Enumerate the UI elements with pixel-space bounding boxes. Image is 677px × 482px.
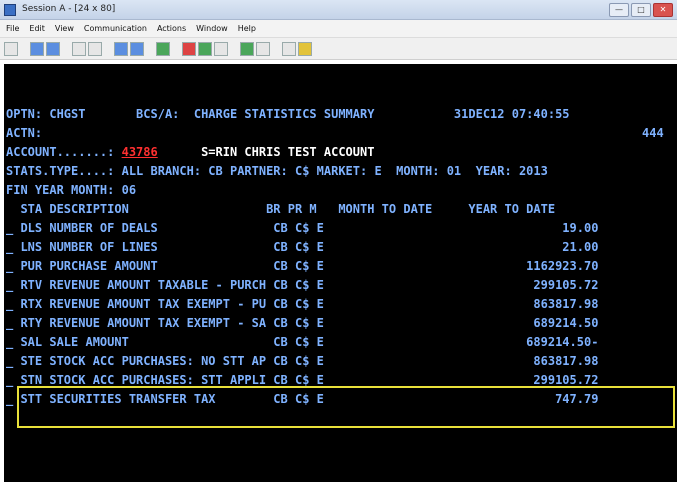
app-icon <box>4 4 16 16</box>
table-row[interactable]: _ RTY REVENUE AMOUNT TAX EXEMPT - SA CB … <box>6 315 598 332</box>
lightning-icon[interactable] <box>298 41 312 56</box>
window-controls: — □ ✕ <box>609 3 673 17</box>
pause-icon[interactable] <box>214 41 228 56</box>
account-line: ACCOUNT.......: 43786 S=RIN CHRIS TEST A… <box>6 144 374 161</box>
menu-actions[interactable]: Actions <box>157 24 186 33</box>
column-headers: STA DESCRIPTION BR PR M MONTH TO DATE YE… <box>6 202 556 216</box>
table-row[interactable]: _ SAL SALE AMOUNT CB C$ E 689214.50- <box>6 334 598 351</box>
menu-view[interactable]: View <box>55 24 74 33</box>
print-icon[interactable] <box>4 41 18 56</box>
terminal-screen[interactable]: OPTN: CHGST BCS/A: CHARGE STATISTICS SUM… <box>4 64 677 482</box>
table-row[interactable]: _ LNS NUMBER OF LINES CB C$ E 21.00 <box>6 239 598 256</box>
table-row[interactable]: _ RTX REVENUE AMOUNT TAX EXEMPT - PU CB … <box>6 296 598 313</box>
menu-file[interactable]: File <box>6 24 19 33</box>
table-row[interactable]: _ STE STOCK ACC PURCHASES: NO STT AP CB … <box>6 353 598 370</box>
menu-help[interactable]: Help <box>238 24 256 33</box>
title-bar: Session A - [24 x 80] — □ ✕ <box>0 0 677 20</box>
minimize-button[interactable]: — <box>609 3 629 17</box>
record-count: 444 <box>642 126 664 140</box>
screen-header: OPTN: CHGST BCS/A: CHARGE STATISTICS SUM… <box>6 107 570 121</box>
copy-icon[interactable] <box>30 41 44 56</box>
stop-icon[interactable] <box>182 41 196 56</box>
window-title: Session A - [24 x 80] <box>22 4 116 14</box>
receive-icon[interactable] <box>88 41 102 56</box>
menu-window[interactable]: Window <box>196 24 228 33</box>
account-number-field[interactable]: 43786 <box>122 145 158 159</box>
toolbar <box>0 38 677 60</box>
map-icon[interactable] <box>240 41 254 56</box>
table-row[interactable]: _ PUR PURCHASE AMOUNT CB C$ E 1162923.70 <box>6 258 598 275</box>
fin-year-month-line: FIN YEAR MONTH: 06 <box>6 183 137 197</box>
highlight-box <box>17 386 675 428</box>
display-icon[interactable] <box>114 41 128 56</box>
table-row[interactable]: _ DLS NUMBER OF DEALS CB C$ E 19.00 <box>6 220 598 237</box>
customize-icon[interactable] <box>256 41 270 56</box>
keyboard-icon[interactable] <box>130 41 144 56</box>
send-icon[interactable] <box>72 41 86 56</box>
record-macro-icon[interactable] <box>156 41 170 56</box>
stats-type-line: STATS.TYPE....: ALL BRANCH: CB PARTNER: … <box>6 164 548 178</box>
action-label: ACTN: <box>6 126 43 140</box>
menu-communication[interactable]: Communication <box>84 24 147 33</box>
account-label: ACCOUNT.......: <box>6 145 122 159</box>
help-icon[interactable] <box>282 41 296 56</box>
account-name: S=RIN CHRIS TEST ACCOUNT <box>157 145 375 159</box>
play-icon[interactable] <box>198 41 212 56</box>
paste-icon[interactable] <box>46 41 60 56</box>
menu-edit[interactable]: Edit <box>29 24 45 33</box>
menu-bar: File Edit View Communication Actions Win… <box>0 20 677 38</box>
maximize-button[interactable]: □ <box>631 3 651 17</box>
table-row[interactable]: _ RTV REVENUE AMOUNT TAXABLE - PURCH CB … <box>6 277 598 294</box>
close-button[interactable]: ✕ <box>653 3 673 17</box>
